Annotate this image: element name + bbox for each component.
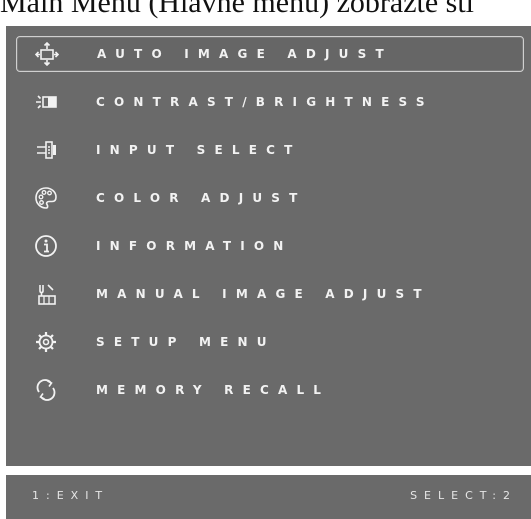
recall-icon <box>32 376 60 404</box>
info-icon <box>32 232 60 260</box>
menu-item-label: INPUT SELECT <box>96 143 302 157</box>
menu-item-auto-image-adjust[interactable]: AUTO IMAGE ADJUST <box>16 36 524 72</box>
menu-item-information[interactable]: INFORMATION <box>16 228 524 264</box>
exit-hint[interactable]: 1:EXIT <box>32 489 109 502</box>
menu-item-setup-menu[interactable]: SETUP MENU <box>16 324 524 360</box>
menu-item-label: CONTRAST/BRIGHTNESS <box>96 95 434 109</box>
menu-item-manual-image-adjust[interactable]: MANUAL IMAGE ADJUST <box>16 276 524 312</box>
menu-item-label: MANUAL IMAGE ADJUST <box>96 287 431 301</box>
menu-item-contrast-brightness[interactable]: CONTRAST/BRIGHTNESS <box>16 84 524 120</box>
manual-adjust-icon <box>32 280 60 308</box>
menu-item-label: MEMORY RECALL <box>96 383 331 397</box>
auto-adjust-icon <box>33 40 61 68</box>
select-hint[interactable]: SELECT:2 <box>410 489 517 502</box>
menu-item-label: INFORMATION <box>96 239 293 253</box>
menu-item-label: SETUP MENU <box>96 335 276 349</box>
gear-icon <box>32 328 60 356</box>
menu-item-memory-recall[interactable]: MEMORY RECALL <box>16 372 524 408</box>
menu-item-label: AUTO IMAGE ADJUST <box>97 47 393 61</box>
caption-text: Main Menu (Hlavné menu) zobrazte stl <box>0 0 475 19</box>
contrast-brightness-icon <box>32 88 60 116</box>
input-select-icon <box>32 136 60 164</box>
menu-item-color-adjust[interactable]: COLOR ADJUST <box>16 180 524 216</box>
osd-main-menu: AUTO IMAGE ADJUST CONTRAST/BRIGHTNESS IN… <box>6 26 531 466</box>
menu-item-label: COLOR ADJUST <box>96 191 307 205</box>
osd-footer: 1:EXIT SELECT:2 <box>6 475 531 519</box>
color-palette-icon <box>32 184 60 212</box>
menu-item-input-select[interactable]: INPUT SELECT <box>16 132 524 168</box>
